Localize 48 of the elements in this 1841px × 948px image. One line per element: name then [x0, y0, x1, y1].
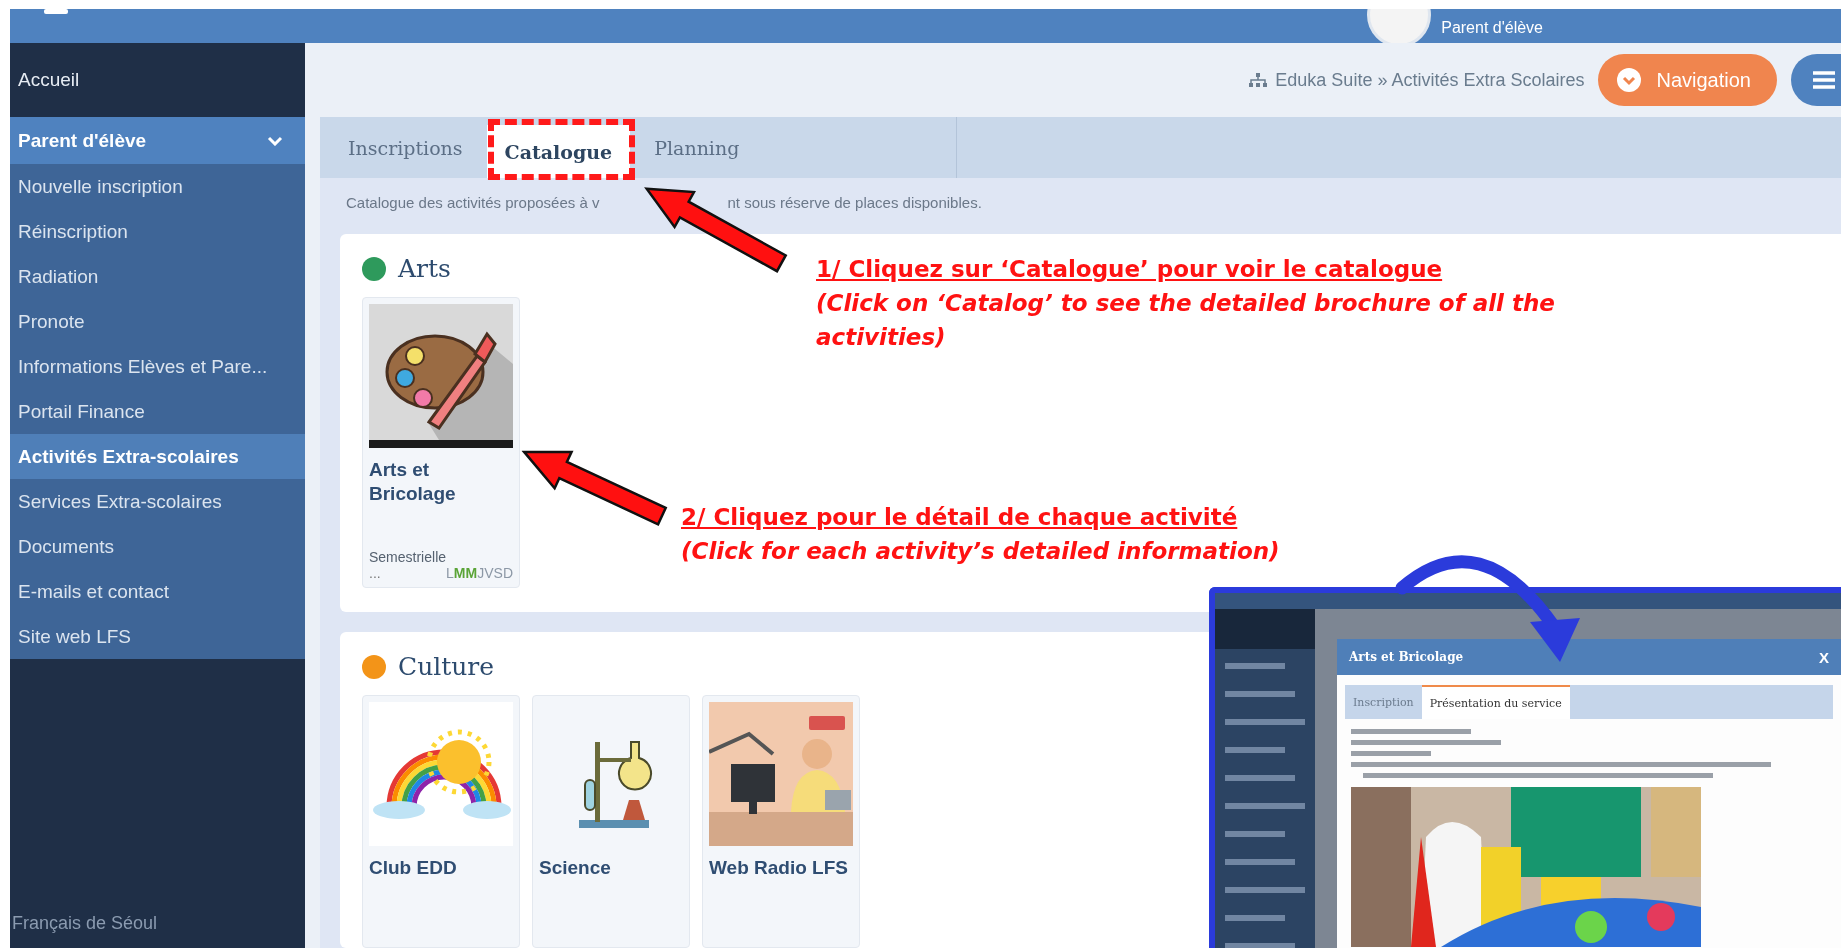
sidebar-item[interactable]: Informations Elèves et Pare... — [10, 344, 305, 389]
weekdays: LMMJVSD — [446, 565, 513, 581]
sidebar-item[interactable]: Portail Finance — [10, 389, 305, 434]
tab[interactable]: Catalogue — [486, 125, 631, 178]
menu-icon[interactable] — [44, 9, 68, 14]
sidebar-item[interactable]: Radiation — [10, 254, 305, 299]
activity-title: Arts et Bricolage — [369, 458, 457, 506]
activity-card[interactable]: Web Radio LFS — [702, 695, 860, 948]
sidebar-item[interactable]: Nouvelle inscription — [10, 164, 305, 209]
tab[interactable]: Inscriptions — [330, 117, 481, 178]
sidebar-item[interactable]: Activités Extra-scolaires — [10, 434, 305, 479]
sidebar-item[interactable]: Pronote — [10, 299, 305, 344]
navigation-button[interactable]: Navigation — [1598, 54, 1777, 106]
sidebar-item[interactable]: E-mails et contact — [10, 569, 305, 614]
category-title: Culture — [398, 652, 495, 681]
sidebar-item[interactable]: Site web LFS — [10, 614, 305, 659]
tab[interactable]: Inscription — [1345, 685, 1422, 719]
annotation-heading: 2/ Cliquez pour le détail de chaque activité — [681, 503, 1239, 532]
sidebar-item[interactable]: Accueil — [10, 43, 305, 117]
activity-card[interactable]: Science — [532, 695, 690, 948]
sitemap-icon — [1249, 73, 1268, 87]
annotation-note: (Click on ‘Catalog’ to see the detailed brochure of all the activities) — [816, 289, 1556, 352]
tab[interactable]: Présentation du service — [1421, 685, 1570, 719]
sidebar-section[interactable]: Parent d'élève — [10, 117, 305, 164]
activity-card[interactable]: Arts et Bricolage Semestrielle ... LMMJVSD — [362, 297, 520, 588]
frequency-text: Semestrielle — [369, 549, 448, 565]
sidebar-item[interactable]: Services Extra-scolaires — [10, 479, 305, 524]
breadcrumb: Eduka Suite » Activités Extra Scolaires — [1249, 69, 1585, 91]
activity-title: Science — [539, 856, 612, 880]
more-text: ... — [369, 565, 381, 581]
sidebar-item[interactable]: Documents — [10, 524, 305, 569]
tab[interactable]: Planning — [636, 117, 758, 178]
description-text: Catalogue des activités proposées à v — [346, 194, 600, 213]
activity-title: Web Radio LFS — [709, 856, 849, 880]
activity-card[interactable]: Club EDD — [362, 695, 520, 948]
description-text: nt sous réserve de places disponibles. — [727, 194, 982, 213]
footer-text: Français de Séoul — [11, 913, 159, 934]
sidebar-item[interactable]: Réinscription — [10, 209, 305, 254]
section-label: Parent d'élève — [18, 129, 147, 152]
annotation-note: (Click for each activity’s detailed information) — [681, 537, 1281, 566]
modal-title: Arts et Bricolage — [1349, 650, 1464, 664]
activity-title: Club EDD — [369, 856, 458, 880]
menu-icon — [1813, 71, 1835, 89]
annotation-heading: 1/ Cliquez sur ‘Catalogue’ pour voir le catalogue — [816, 255, 1444, 284]
category-title: Arts — [398, 254, 451, 283]
user-role: Parent d'élève — [1441, 19, 1543, 38]
close-button[interactable]: X — [1819, 648, 1829, 666]
chevron-circle-icon — [1616, 67, 1643, 93]
